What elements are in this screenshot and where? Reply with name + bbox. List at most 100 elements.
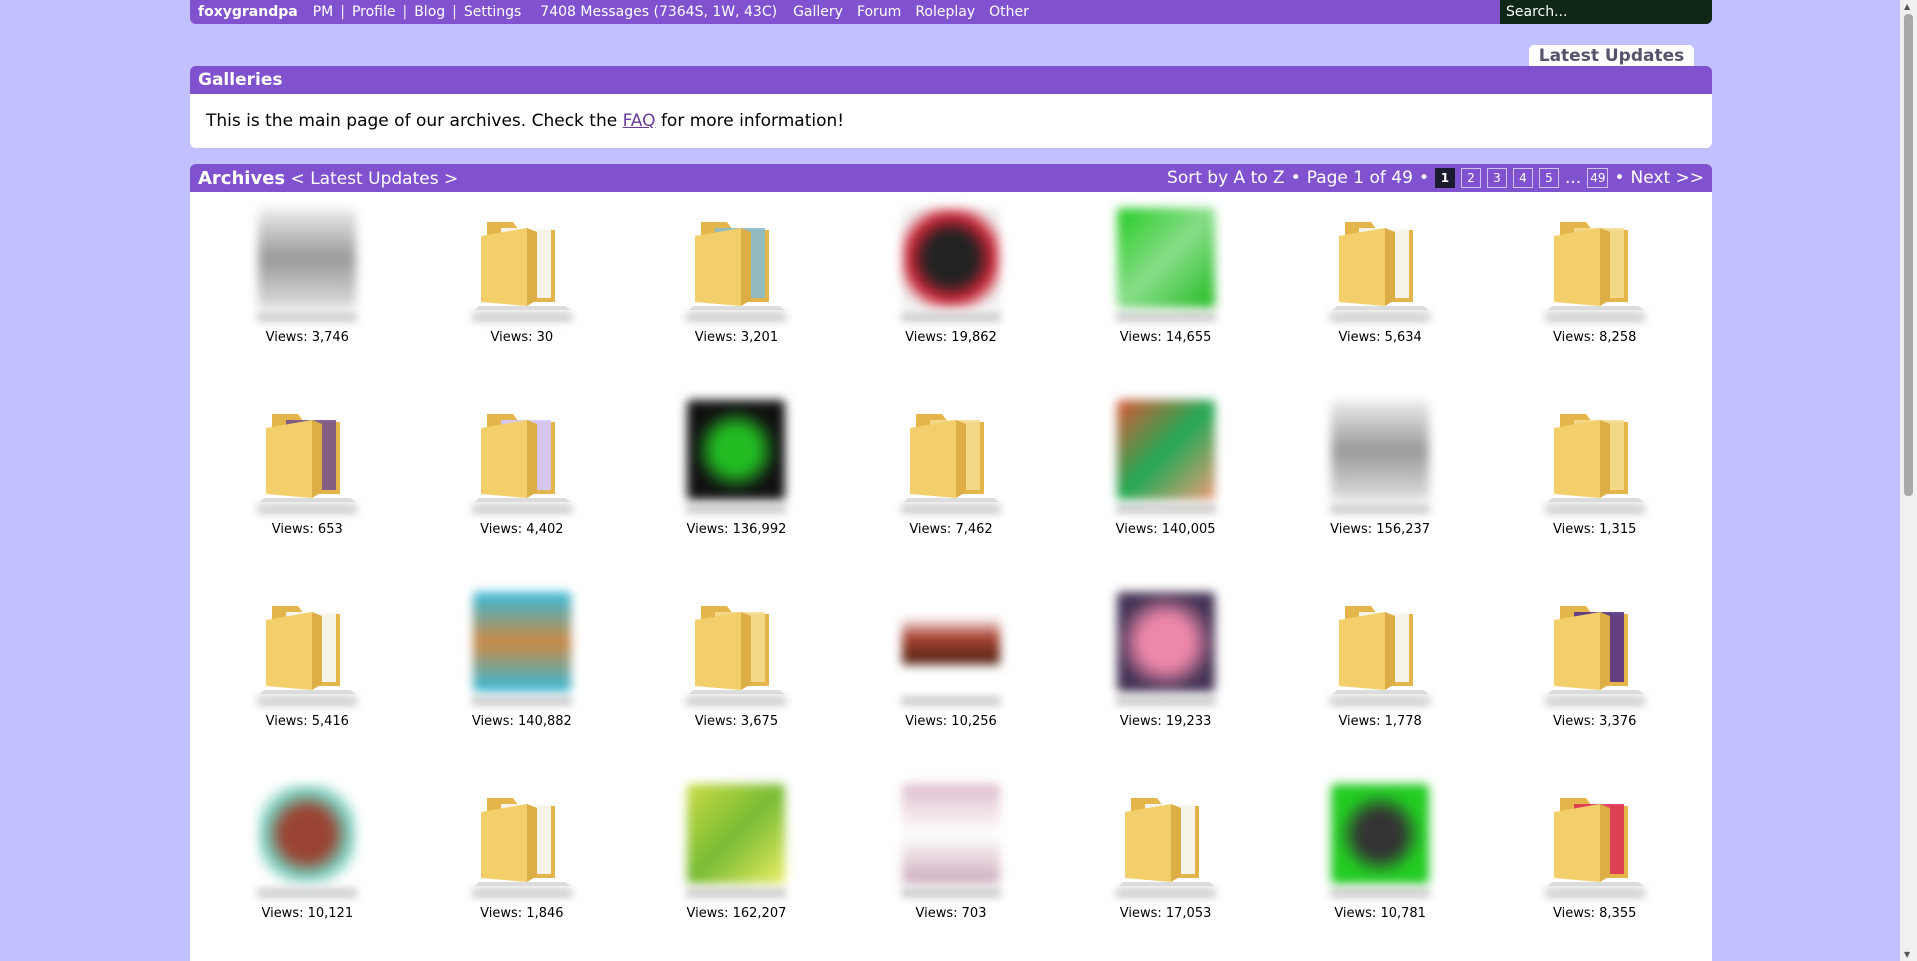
gallery-thumbnail[interactable] — [896, 586, 1006, 706]
profile-link[interactable]: Profile — [352, 4, 396, 20]
gallery-menu[interactable]: Gallery — [793, 4, 843, 20]
bullet: • — [1290, 168, 1301, 188]
gallery-thumbnail[interactable] — [681, 394, 791, 514]
gallery-item[interactable]: Views: 4,402 — [415, 394, 630, 546]
roleplay-menu[interactable]: Roleplay — [915, 4, 975, 20]
blurred-title — [1330, 696, 1431, 706]
view-count: Views: 17,053 — [1119, 906, 1212, 921]
gallery-item[interactable]: Views: 3,376 — [1487, 586, 1702, 738]
folder-icon[interactable] — [467, 394, 577, 514]
page-4-button[interactable]: 4 — [1512, 168, 1533, 188]
gallery-thumbnail[interactable] — [252, 778, 362, 898]
gallery-item[interactable]: Views: 1,846 — [415, 778, 630, 930]
page-1-button[interactable]: 1 — [1434, 168, 1455, 188]
settings-link[interactable]: Settings — [464, 4, 521, 20]
other-menu[interactable]: Other — [989, 4, 1029, 20]
gallery-item[interactable]: Views: 17,053 — [1058, 778, 1273, 930]
gallery-item[interactable]: Views: 140,005 — [1058, 394, 1273, 546]
gallery-item[interactable]: Views: 5,416 — [200, 586, 415, 738]
view-count: Views: 5,416 — [265, 714, 349, 729]
folder-icon[interactable] — [1540, 202, 1650, 322]
folder-icon[interactable] — [1111, 778, 1221, 898]
gallery-thumbnail[interactable] — [467, 586, 577, 706]
gallery-thumbnail[interactable] — [681, 778, 791, 898]
gallery-thumbnail[interactable] — [1325, 778, 1435, 898]
pm-link[interactable]: PM — [313, 4, 334, 20]
latest-updates-tab[interactable]: Latest Updates — [1529, 45, 1694, 66]
gallery-item[interactable]: Views: 10,781 — [1273, 778, 1488, 930]
gallery-thumbnail[interactable] — [252, 202, 362, 322]
folder-icon[interactable] — [252, 586, 362, 706]
folder-icon[interactable] — [681, 586, 791, 706]
gallery-item[interactable]: Views: 19,862 — [844, 202, 1059, 354]
gallery-item[interactable]: Views: 140,882 — [415, 586, 630, 738]
page-49-button[interactable]: 49 — [1587, 168, 1609, 188]
view-count: Views: 7,462 — [909, 522, 993, 537]
folder-icon[interactable] — [467, 778, 577, 898]
gallery-item[interactable]: Views: 653 — [200, 394, 415, 546]
page-3-button[interactable]: 3 — [1486, 168, 1507, 188]
sort-link[interactable]: Sort by A to Z — [1167, 168, 1285, 188]
gallery-thumbnail[interactable] — [1111, 202, 1221, 322]
gallery-thumbnail[interactable] — [896, 202, 1006, 322]
view-count: Views: 5,634 — [1338, 330, 1422, 345]
gallery-item[interactable]: Views: 5,634 — [1273, 202, 1488, 354]
gallery-item[interactable]: Views: 10,121 — [200, 778, 415, 930]
view-count: Views: 3,376 — [1553, 714, 1637, 729]
next-view-button[interactable]: > — [444, 169, 458, 189]
bullet: • — [1614, 168, 1625, 188]
gallery-item[interactable]: Views: 8,355 — [1487, 778, 1702, 930]
blurred-title — [900, 696, 1001, 706]
page-scrollbar[interactable]: ▲ ▼ — [1900, 0, 1917, 961]
gallery-thumbnail[interactable] — [1111, 586, 1221, 706]
gallery-item[interactable]: Views: 10,256 — [844, 586, 1059, 738]
folder-icon[interactable] — [1540, 778, 1650, 898]
page-5-button[interactable]: 5 — [1538, 168, 1559, 188]
gallery-thumbnail[interactable] — [896, 778, 1006, 898]
gallery-item[interactable]: Views: 703 — [844, 778, 1059, 930]
username-link[interactable]: foxygrandpa — [198, 4, 298, 20]
blog-link[interactable]: Blog — [414, 4, 445, 20]
messages-link[interactable]: 7408 Messages (7364S, 1W, 43C) — [540, 4, 777, 20]
folder-icon[interactable] — [1325, 202, 1435, 322]
gallery-item[interactable]: Views: 136,992 — [629, 394, 844, 546]
scroll-down-arrow-icon[interactable]: ▼ — [1904, 950, 1910, 959]
scrollbar-thumb[interactable] — [1904, 14, 1913, 496]
search-input[interactable] — [1500, 0, 1712, 24]
folder-icon[interactable] — [896, 394, 1006, 514]
view-count: Views: 10,781 — [1334, 906, 1426, 921]
gallery-thumbnail[interactable] — [1111, 394, 1221, 514]
scroll-up-arrow-icon[interactable]: ▲ — [1904, 2, 1910, 11]
forum-menu[interactable]: Forum — [857, 4, 901, 20]
gallery-item[interactable]: Views: 1,778 — [1273, 586, 1488, 738]
gallery-item[interactable]: Views: 3,675 — [629, 586, 844, 738]
view-count: Views: 162,207 — [686, 906, 787, 921]
view-count: Views: 156,237 — [1330, 522, 1431, 537]
gallery-item[interactable]: Views: 7,462 — [844, 394, 1059, 546]
folder-icon[interactable] — [1325, 586, 1435, 706]
gallery-item[interactable]: Views: 8,258 — [1487, 202, 1702, 354]
page-2-button[interactable]: 2 — [1460, 168, 1481, 188]
blurred-title — [900, 888, 1001, 898]
folder-icon[interactable] — [252, 394, 362, 514]
folder-icon[interactable] — [681, 202, 791, 322]
gallery-item[interactable]: Views: 3,746 — [200, 202, 415, 354]
folder-icon[interactable] — [1540, 394, 1650, 514]
gallery-item[interactable]: Views: 1,315 — [1487, 394, 1702, 546]
prev-view-button[interactable]: < — [291, 169, 305, 189]
info-text: This is the main page of our archives. C… — [206, 111, 618, 131]
view-count: Views: 703 — [915, 906, 987, 921]
gallery-item[interactable]: Views: 30 — [415, 202, 630, 354]
gallery-item[interactable]: Views: 162,207 — [629, 778, 844, 930]
gallery-item[interactable]: Views: 19,233 — [1058, 586, 1273, 738]
gallery-item[interactable]: Views: 156,237 — [1273, 394, 1488, 546]
next-page-button[interactable]: Next >> — [1631, 168, 1705, 188]
gallery-item[interactable]: Views: 3,201 — [629, 202, 844, 354]
gallery-thumbnail[interactable] — [1325, 394, 1435, 514]
folder-icon[interactable] — [467, 202, 577, 322]
latest-updates-link[interactable]: Latest Updates — [310, 169, 438, 189]
folder-icon[interactable] — [1540, 586, 1650, 706]
gallery-item[interactable]: Views: 14,655 — [1058, 202, 1273, 354]
archives-title: Archives — [198, 167, 286, 189]
faq-link[interactable]: FAQ — [623, 111, 656, 131]
